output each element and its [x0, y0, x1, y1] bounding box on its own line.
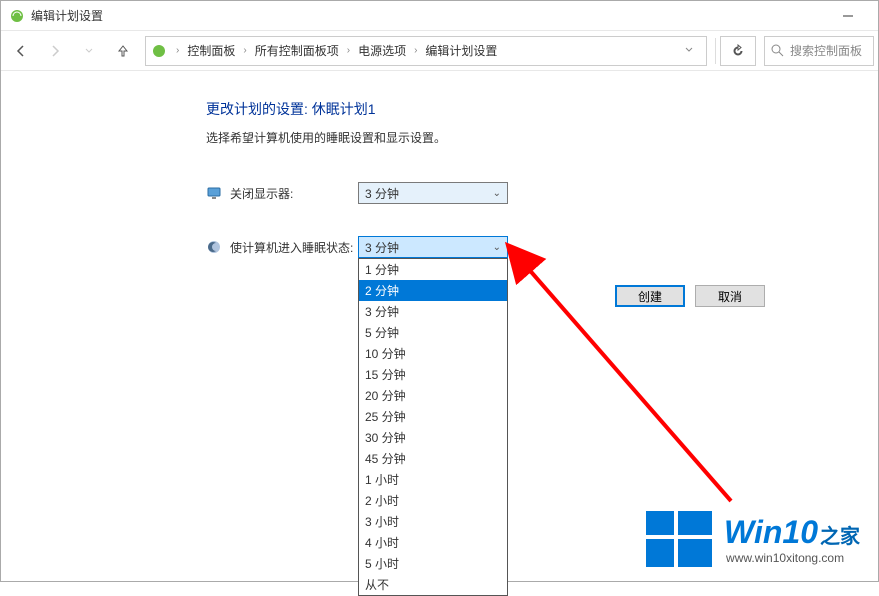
page-title: 更改计划的设置: 休眠计划1	[206, 99, 878, 119]
display-off-combo[interactable]: 3 分钟 ⌄	[358, 182, 508, 204]
navbar: › 控制面板 › 所有控制面板项 › 电源选项 › 编辑计划设置 搜索控制面板	[1, 31, 878, 71]
monitor-icon	[206, 185, 222, 201]
dropdown-option[interactable]: 5 分钟	[359, 322, 507, 343]
sleep-label: 使计算机进入睡眠状态:	[230, 239, 358, 256]
window-controls	[825, 2, 870, 30]
search-placeholder: 搜索控制面板	[790, 42, 862, 59]
dropdown-option[interactable]: 10 分钟	[359, 343, 507, 364]
display-off-label: 关闭显示器:	[230, 185, 358, 202]
breadcrumb-item[interactable]: 编辑计划设置	[421, 40, 501, 61]
chevron-down-icon[interactable]	[684, 44, 702, 58]
combo-value: 3 分钟	[365, 239, 399, 256]
dropdown-option[interactable]: 4 小时	[359, 532, 507, 553]
search-input[interactable]: 搜索控制面板	[764, 36, 874, 66]
dropdown-option[interactable]: 1 小时	[359, 469, 507, 490]
breadcrumb-item[interactable]: 电源选项	[354, 40, 410, 61]
annotation-arrow	[491, 231, 791, 531]
app-icon	[9, 8, 25, 24]
chevron-down-icon: ⌄	[493, 242, 501, 253]
chevron-right-icon: ›	[410, 45, 421, 56]
windows-logo-icon	[646, 511, 712, 567]
watermark: Win10之家 www.win10xitong.com	[646, 511, 860, 567]
dropdown-option[interactable]: 5 小时	[359, 553, 507, 574]
display-off-row: 关闭显示器: 3 分钟 ⌄	[206, 182, 878, 204]
dropdown-option[interactable]: 25 分钟	[359, 406, 507, 427]
minimize-button[interactable]	[825, 2, 870, 30]
chevron-down-icon: ⌄	[493, 188, 501, 199]
sleep-dropdown: 1 分钟2 分钟3 分钟5 分钟10 分钟15 分钟20 分钟25 分钟30 分…	[358, 258, 508, 596]
page-subtitle: 选择希望计算机使用的睡眠设置和显示设置。	[206, 129, 878, 146]
dropdown-option[interactable]: 从不	[359, 574, 507, 595]
dropdown-option[interactable]: 3 小时	[359, 511, 507, 532]
up-button[interactable]	[107, 35, 139, 67]
breadcrumb-item[interactable]: 所有控制面板项	[251, 40, 343, 61]
breadcrumb-item[interactable]: 控制面板	[183, 40, 239, 61]
forward-button[interactable]	[39, 35, 71, 67]
breadcrumb[interactable]: › 控制面板 › 所有控制面板项 › 电源选项 › 编辑计划设置	[145, 36, 707, 66]
chevron-right-icon: ›	[172, 45, 183, 56]
cancel-button[interactable]: 取消	[695, 285, 765, 307]
refresh-button[interactable]	[720, 36, 756, 66]
content-area: 更改计划的设置: 休眠计划1 选择希望计算机使用的睡眠设置和显示设置。 关闭显示…	[1, 71, 878, 258]
back-button[interactable]	[5, 35, 37, 67]
dropdown-option[interactable]: 15 分钟	[359, 364, 507, 385]
watermark-url: www.win10xitong.com	[726, 551, 860, 565]
watermark-title: Win10之家	[724, 514, 860, 551]
moon-icon	[206, 239, 222, 255]
button-row: 创建 取消	[615, 285, 765, 307]
dropdown-option[interactable]: 2 分钟	[359, 280, 507, 301]
sleep-combo[interactable]: 3 分钟 ⌄ 1 分钟2 分钟3 分钟5 分钟10 分钟15 分钟20 分钟25…	[358, 236, 508, 258]
divider	[715, 38, 716, 64]
dropdown-option[interactable]: 2 小时	[359, 490, 507, 511]
dropdown-option[interactable]: 1 分钟	[359, 259, 507, 280]
recent-dropdown-icon[interactable]	[73, 35, 105, 67]
chevron-right-icon: ›	[343, 45, 354, 56]
control-panel-icon	[150, 42, 168, 60]
dropdown-option[interactable]: 20 分钟	[359, 385, 507, 406]
dropdown-option[interactable]: 45 分钟	[359, 448, 507, 469]
titlebar: 编辑计划设置	[1, 1, 878, 31]
search-icon	[771, 44, 784, 57]
window-title: 编辑计划设置	[31, 7, 103, 24]
create-button[interactable]: 创建	[615, 285, 685, 307]
chevron-right-icon: ›	[239, 45, 250, 56]
dropdown-option[interactable]: 30 分钟	[359, 427, 507, 448]
sleep-row: 使计算机进入睡眠状态: 3 分钟 ⌄ 1 分钟2 分钟3 分钟5 分钟10 分钟…	[206, 236, 878, 258]
combo-value: 3 分钟	[365, 185, 399, 202]
dropdown-option[interactable]: 3 分钟	[359, 301, 507, 322]
